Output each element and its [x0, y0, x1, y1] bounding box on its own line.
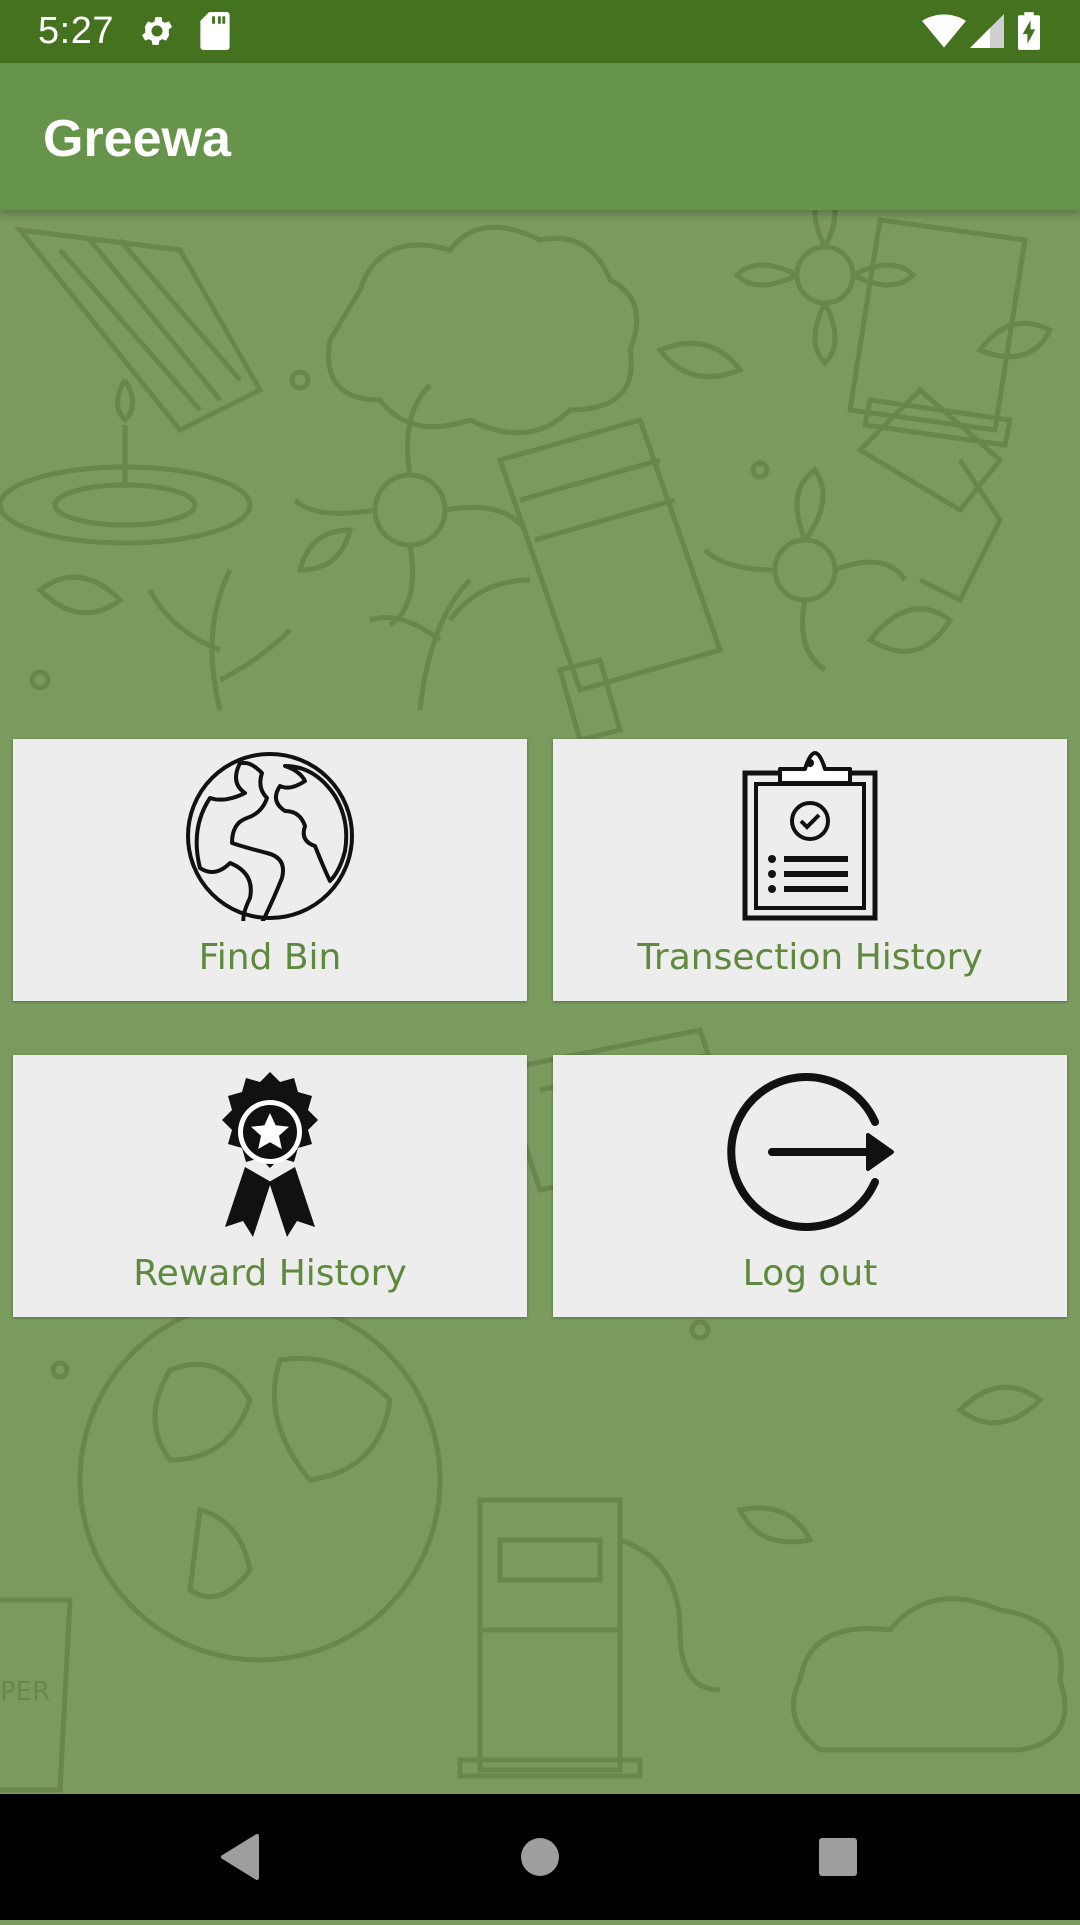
logout-icon	[720, 1067, 900, 1242]
reward-history-label: Reward History	[133, 1253, 407, 1294]
settings-icon	[138, 12, 176, 55]
cell-signal-icon	[970, 14, 1004, 53]
recents-icon	[819, 1838, 857, 1876]
clipboard-check-icon	[740, 751, 880, 926]
home-icon	[521, 1838, 559, 1876]
doodle-background: BIO PER	[0, 210, 1068, 1793]
status-time: 5:27	[38, 10, 114, 52]
award-badge-icon	[205, 1067, 335, 1242]
home-button[interactable]	[470, 1794, 610, 1920]
recents-button[interactable]	[768, 1794, 908, 1920]
find-bin-button[interactable]: Find Bin	[13, 739, 527, 1001]
transection-history-button[interactable]: Transection History	[553, 739, 1067, 1001]
wifi-icon	[922, 14, 966, 53]
globe-icon	[185, 751, 355, 935]
status-bar: 5:27	[0, 0, 1080, 63]
app-bar: Greewa	[0, 63, 1080, 210]
navigation-bar	[0, 1794, 1080, 1920]
battery-charging-icon	[1018, 12, 1040, 55]
back-button[interactable]	[170, 1794, 310, 1920]
logout-label: Log out	[742, 1253, 878, 1294]
app-title: Greewa	[43, 110, 231, 168]
transection-history-label: Transection History	[637, 937, 983, 978]
logout-button[interactable]: Log out	[553, 1055, 1067, 1317]
find-bin-label: Find Bin	[198, 937, 342, 978]
sd-card-icon	[200, 12, 230, 55]
svg-text:PER: PER	[0, 1677, 50, 1707]
back-icon	[221, 1834, 259, 1880]
main-content: BIO PER	[0, 210, 1080, 1794]
reward-history-button[interactable]: Reward History	[13, 1055, 527, 1317]
